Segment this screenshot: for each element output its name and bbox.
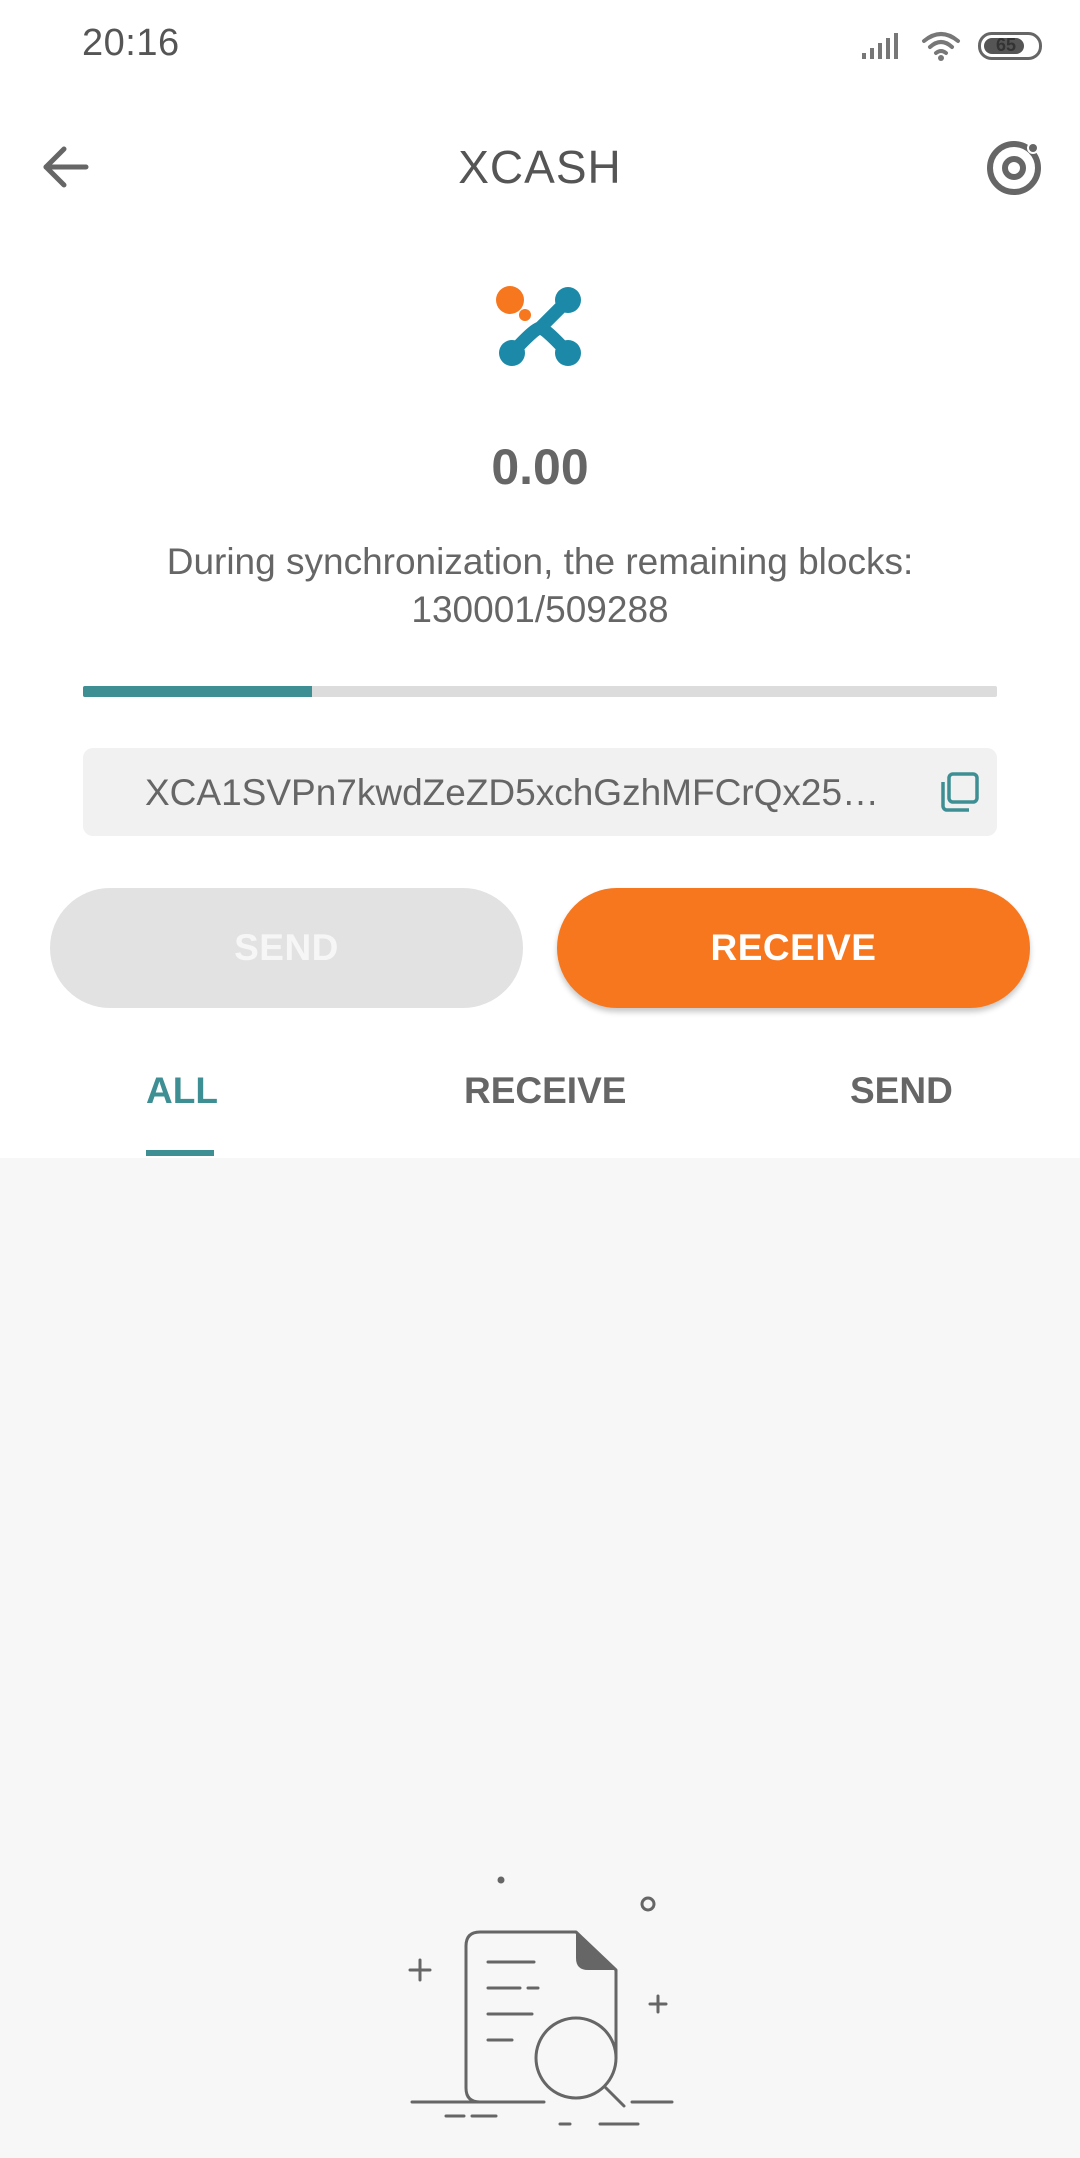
sync-progress-fill bbox=[83, 686, 312, 697]
wallet-balance: 0.00 bbox=[491, 439, 589, 495]
receive-button[interactable]: RECEIVE bbox=[557, 888, 1030, 1008]
sync-blocks: 130001/509288 bbox=[411, 589, 669, 630]
sync-status: During synchronization, the remaining bl… bbox=[80, 538, 1000, 634]
tab-all[interactable]: ALL bbox=[146, 1070, 218, 1112]
sync-label: During synchronization, the remaining bl… bbox=[166, 541, 914, 582]
status-time: 20:16 bbox=[82, 22, 180, 64]
settings-ring-icon bbox=[987, 141, 1041, 195]
tab-receive[interactable]: RECEIVE bbox=[464, 1070, 626, 1112]
sync-progress-bar bbox=[83, 686, 997, 697]
transaction-tabs: ALL RECEIVE SEND bbox=[0, 1050, 1080, 1158]
settings-button[interactable] bbox=[980, 132, 1050, 202]
send-button[interactable]: SEND bbox=[50, 888, 523, 1008]
tab-send[interactable]: SEND bbox=[850, 1070, 953, 1112]
wifi-icon bbox=[922, 32, 960, 61]
signal-icon bbox=[862, 33, 898, 59]
active-tab-indicator bbox=[146, 1150, 214, 1156]
status-bar: 20:16 65 bbox=[0, 0, 1080, 92]
wallet-address-box[interactable]: XCA1SVPn7kwdZeZD5xchGzhMFCrQx25… bbox=[83, 748, 997, 836]
battery-icon: 65 bbox=[978, 32, 1042, 60]
copy-icon[interactable] bbox=[937, 770, 981, 814]
wallet-address[interactable]: XCA1SVPn7kwdZeZD5xchGzhMFCrQx25… bbox=[145, 772, 935, 814]
battery-level: 65 bbox=[996, 35, 1017, 55]
xcash-logo bbox=[496, 286, 581, 366]
app-header: XCASH bbox=[0, 92, 1080, 242]
empty-document-search-icon bbox=[408, 1876, 674, 2126]
status-icons: 65 bbox=[860, 26, 1042, 66]
page-title: XCASH bbox=[458, 141, 622, 193]
